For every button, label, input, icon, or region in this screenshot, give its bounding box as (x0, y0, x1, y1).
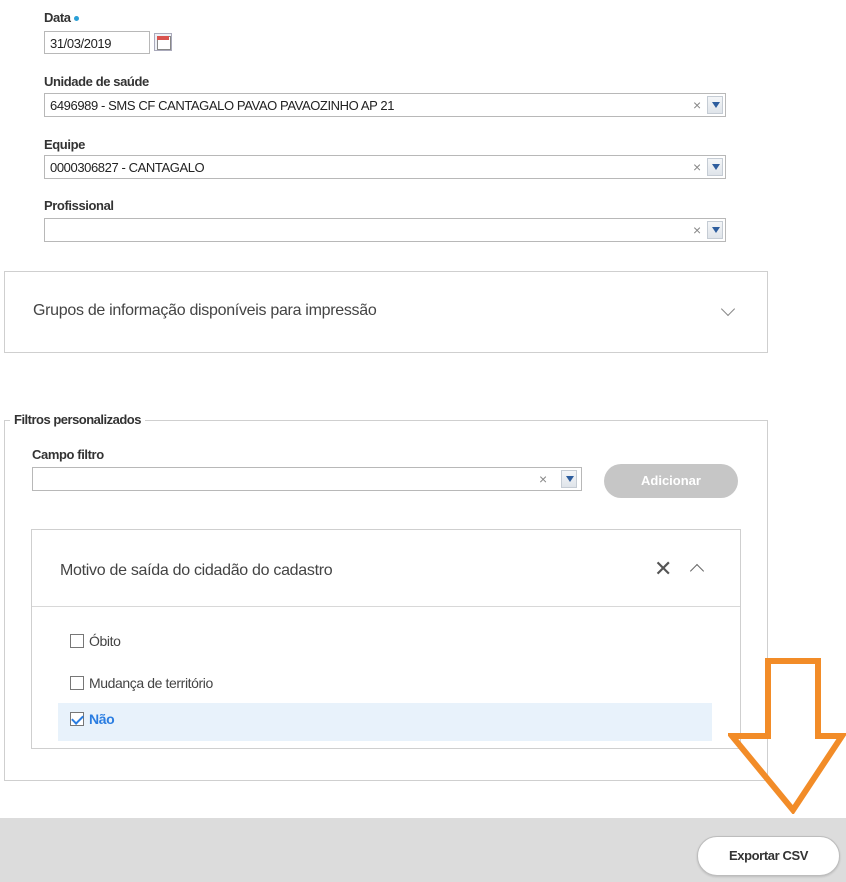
close-icon[interactable]: ✕ (654, 558, 672, 580)
selected-option-highlight (58, 703, 712, 741)
checkbox-icon[interactable] (70, 634, 84, 648)
professional-select[interactable]: × (44, 218, 726, 242)
down-arrow-annotation-icon (728, 658, 846, 814)
team-value: 0000306827 - CANTAGALO (50, 160, 205, 175)
clear-icon[interactable]: × (693, 159, 701, 175)
clear-icon[interactable]: × (693, 222, 701, 238)
dropdown-arrow-icon[interactable] (707, 221, 723, 239)
option-mudanca-territorio[interactable]: Mudança de território (70, 675, 213, 691)
dropdown-arrow-icon[interactable] (707, 158, 723, 176)
panel-divider (32, 606, 740, 607)
option-nao[interactable]: Não (70, 711, 115, 727)
date-input[interactable]: 31/03/2019 (44, 31, 150, 54)
custom-filters-legend: Filtros personalizados (10, 412, 145, 427)
filter-panel-title: Motivo de saída do cidadão do cadastro (60, 562, 333, 579)
date-label: Data (44, 10, 79, 25)
calendar-icon[interactable] (154, 33, 172, 51)
option-label: Mudança de território (89, 675, 213, 691)
checkbox-checked-icon[interactable] (70, 712, 84, 726)
required-indicator-icon (73, 16, 79, 22)
add-filter-button[interactable]: Adicionar (604, 464, 738, 498)
dropdown-arrow-icon[interactable] (707, 96, 723, 114)
date-value: 31/03/2019 (50, 36, 112, 51)
chevron-down-icon[interactable] (720, 301, 736, 317)
print-groups-title: Grupos de informação disponíveis para im… (33, 302, 377, 319)
health-unit-label: Unidade de saúde (44, 74, 149, 89)
health-unit-value: 6496989 - SMS CF CANTAGALO PAVAO PAVAOZI… (50, 98, 395, 113)
checkbox-icon[interactable] (70, 676, 84, 690)
print-groups-panel[interactable]: Grupos de informação disponíveis para im… (4, 271, 768, 353)
clear-icon[interactable]: × (539, 471, 547, 487)
team-select[interactable]: 0000306827 - CANTAGALO × (44, 155, 726, 179)
option-label: Não (89, 711, 115, 727)
option-label: Óbito (89, 633, 121, 649)
option-obito[interactable]: Óbito (70, 633, 121, 649)
clear-icon[interactable]: × (693, 97, 701, 113)
dropdown-arrow-icon[interactable] (561, 470, 577, 488)
export-csv-button[interactable]: Exportar CSV (697, 836, 840, 876)
professional-label: Profissional (44, 198, 114, 213)
filter-field-label: Campo filtro (32, 447, 104, 462)
team-label: Equipe (44, 137, 85, 152)
health-unit-select[interactable]: 6496989 - SMS CF CANTAGALO PAVAO PAVAOZI… (44, 93, 726, 117)
filter-field-select[interactable]: × (32, 467, 582, 491)
